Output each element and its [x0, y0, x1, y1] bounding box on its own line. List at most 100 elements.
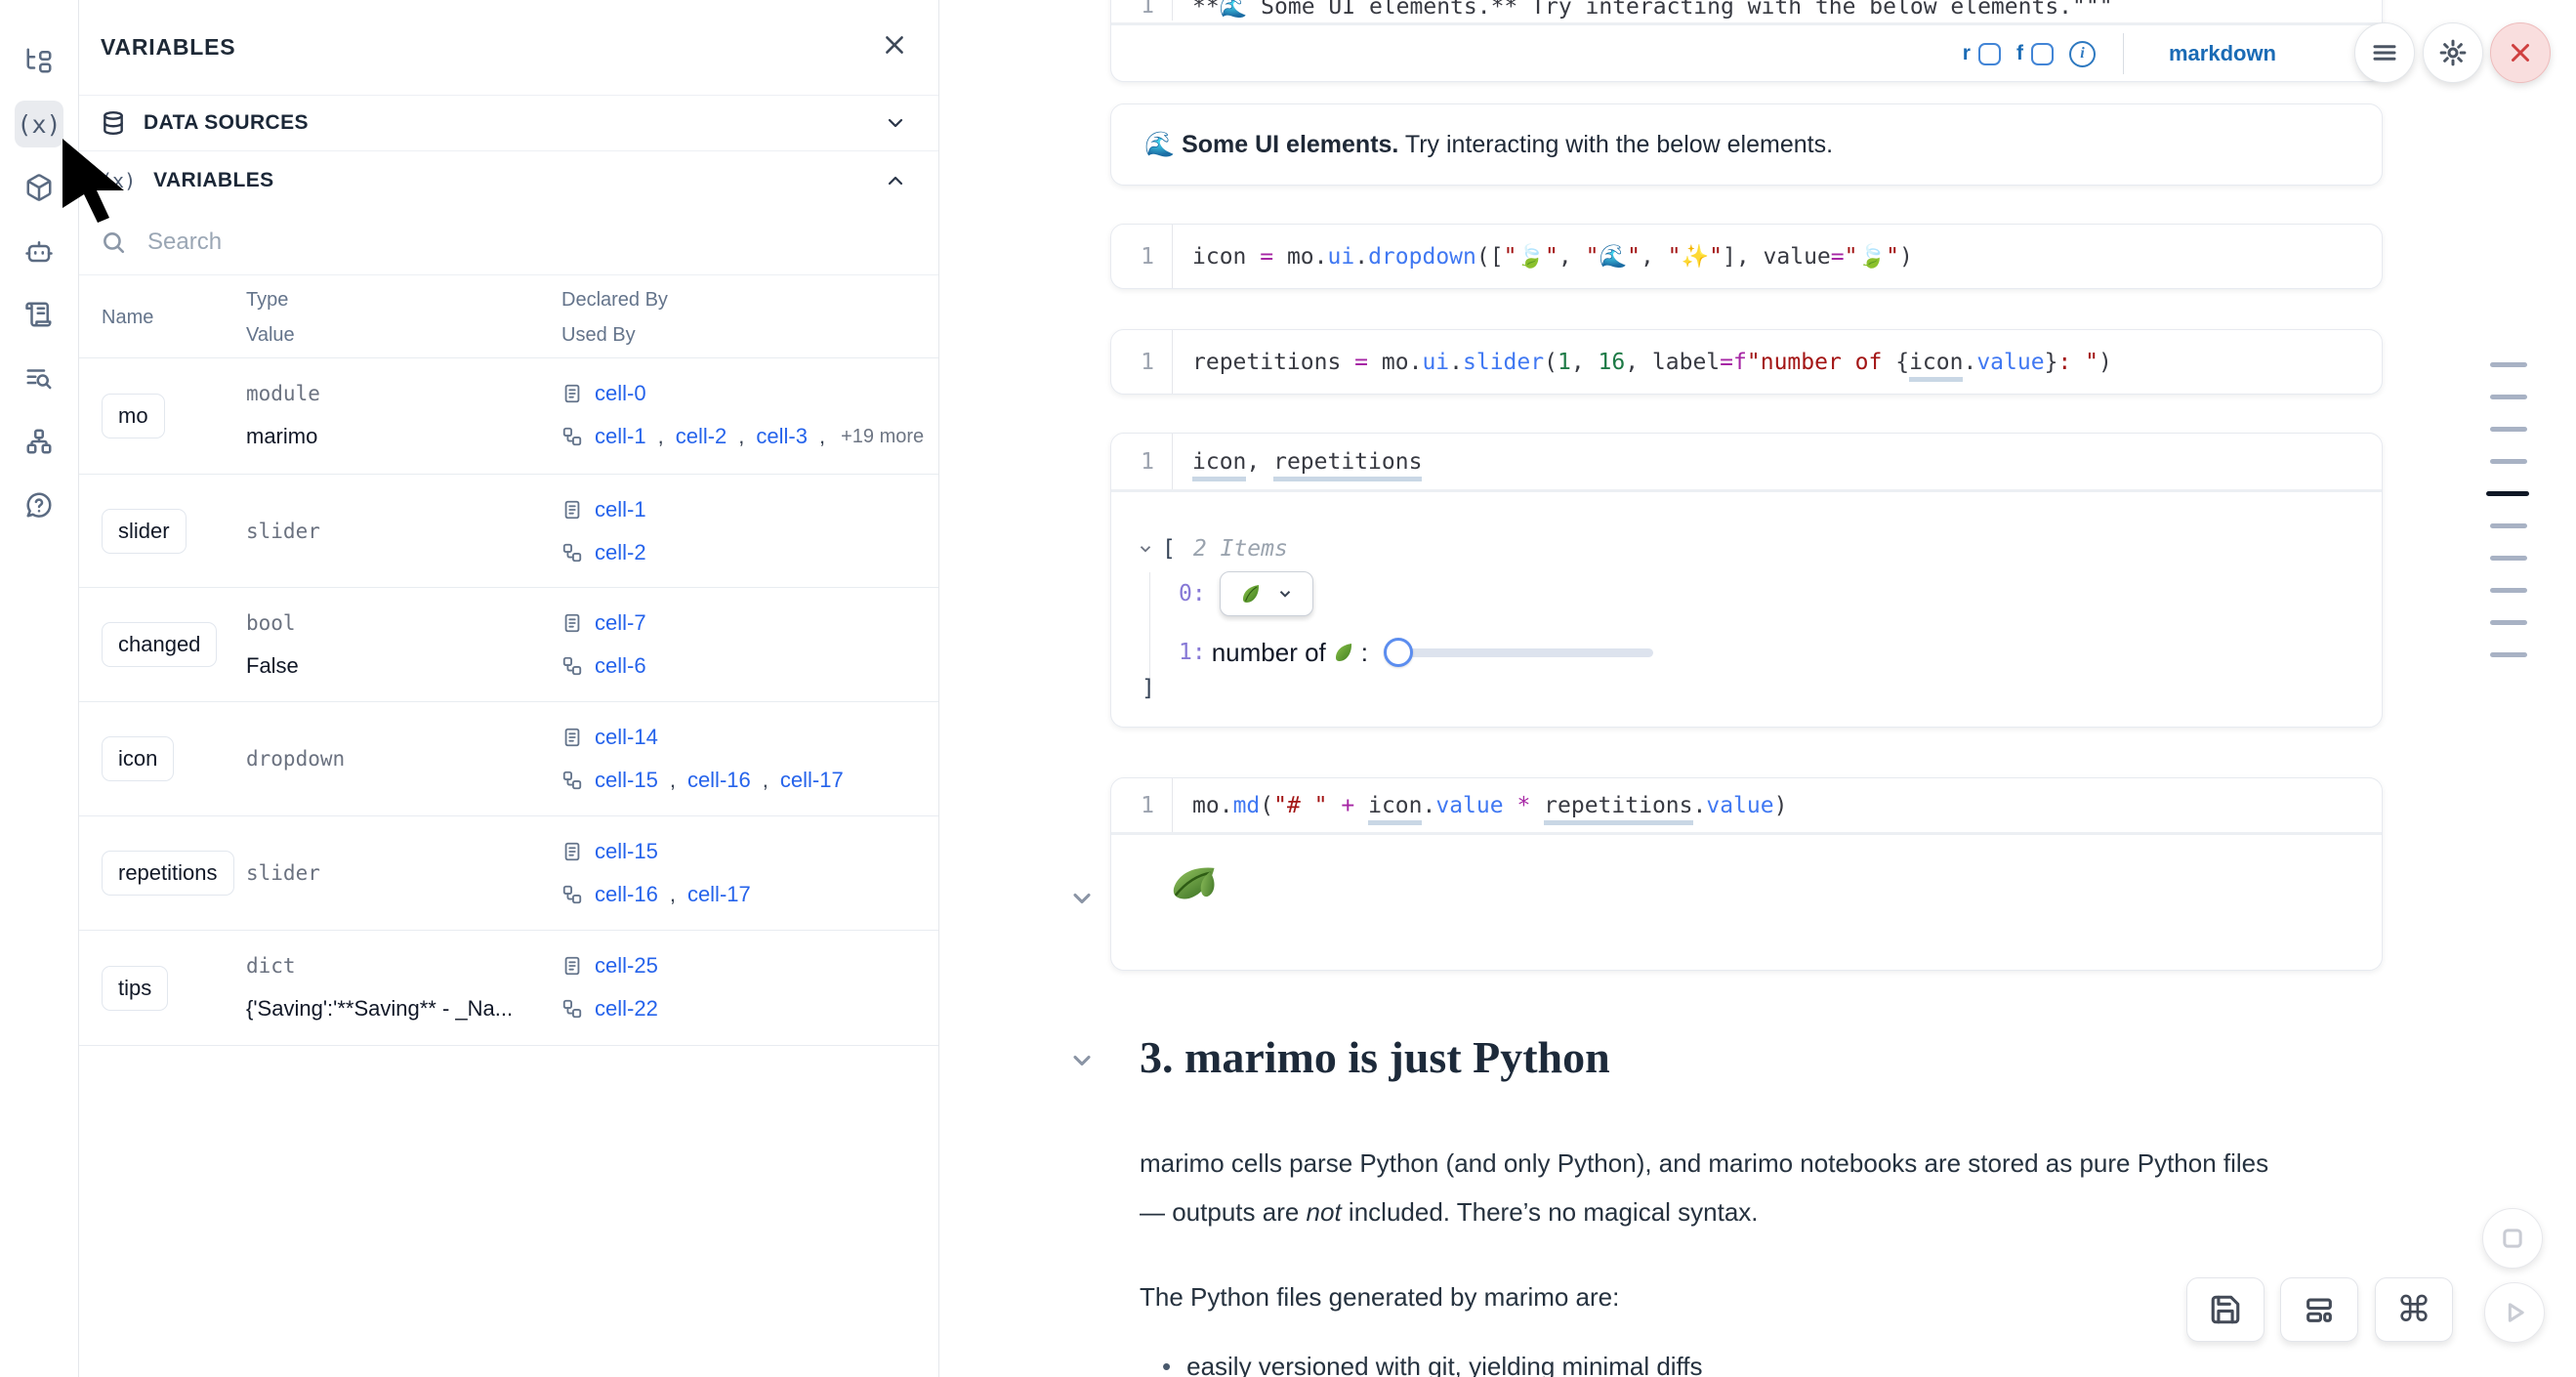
file-tree-icon[interactable] — [15, 37, 63, 84]
cell-link[interactable]: cell-14 — [595, 725, 658, 750]
workflow-icon — [561, 426, 583, 447]
variable-name-badge: tips — [102, 966, 168, 1011]
markdown-mode-label[interactable]: markdown — [2169, 41, 2276, 66]
code-line[interactable]: repetitions = mo.ui.slider(1, 16, label=… — [1173, 350, 2112, 375]
format-checkbox[interactable] — [2031, 43, 2054, 65]
minimap-cell-marker[interactable] — [2490, 459, 2527, 464]
code-line[interactable]: icon, repetitions — [1173, 449, 1422, 475]
cell-link[interactable]: cell-16 — [595, 882, 658, 907]
variable-value: {'Saving':'**Saving** - _Na... — [246, 996, 513, 1022]
minimap-cell-marker[interactable] — [2490, 652, 2527, 657]
items-count-label: 2 Items — [1193, 536, 1288, 562]
code-line[interactable]: icon = mo.ui.dropdown(["🍃", "🌊", "✨"], v… — [1173, 243, 1913, 270]
variables-panel: VARIABLES DATA SOURCES (x) VARIABLES Nam… — [79, 0, 939, 1377]
variable-type: slider — [246, 520, 320, 543]
minimap-cell-marker-active[interactable] — [2486, 491, 2529, 496]
slider-thumb[interactable] — [1384, 638, 1413, 667]
document-icon — [561, 955, 583, 977]
cell-link[interactable]: cell-25 — [595, 953, 658, 979]
collapse-cell-chevron[interactable] — [1068, 885, 1096, 912]
info-icon[interactable]: i — [2069, 41, 2096, 67]
slider-track[interactable] — [1397, 648, 1653, 657]
scroll-to-top-button[interactable] — [2482, 1208, 2543, 1269]
code-line[interactable]: **🌊 Some UI elements.** Try interacting … — [1173, 0, 2113, 20]
cell-link[interactable]: cell-3 — [756, 424, 808, 449]
code-line[interactable]: mo.md("# " + icon.value * repetitions.va… — [1173, 793, 1787, 818]
variable-type: dropdown — [246, 747, 345, 771]
cell-link[interactable]: cell-15 — [595, 768, 658, 793]
dependency-graph-icon[interactable] — [15, 418, 63, 465]
panel-title: VARIABLES — [101, 34, 235, 61]
minimap-cell-marker[interactable] — [2490, 620, 2527, 625]
settings-button[interactable] — [2423, 22, 2483, 83]
table-row-icon: icon dropdown cell-14 cell-15, cell-16, … — [79, 702, 938, 816]
cell-widgets[interactable]: 1 icon, repetitions [ 2 Items 0: 1: — [1110, 433, 2383, 728]
section-data-sources[interactable]: DATA SOURCES — [79, 96, 938, 151]
chevron-down-icon[interactable] — [1137, 540, 1154, 558]
cell-link[interactable]: cell-22 — [595, 996, 658, 1022]
minimap-cell-marker[interactable] — [2490, 395, 2527, 399]
cell-link[interactable]: cell-0 — [595, 381, 646, 406]
cell-slider-code[interactable]: 1 repetitions = mo.ui.slider(1, 16, labe… — [1110, 329, 2383, 395]
save-button[interactable] — [2186, 1277, 2264, 1342]
cell-link[interactable]: cell-2 — [676, 424, 727, 449]
close-panel-icon[interactable] — [882, 32, 907, 63]
separator: , — [670, 882, 676, 907]
run-button[interactable] — [2484, 1282, 2545, 1343]
command-palette-button[interactable]: ⌘ — [2375, 1277, 2453, 1342]
shutdown-button[interactable] — [2490, 22, 2551, 83]
variables-search — [79, 210, 938, 275]
reactive-checkbox[interactable] — [1978, 43, 2001, 65]
cell-link[interactable]: cell-1 — [595, 424, 646, 449]
minimap-cell-marker[interactable] — [2490, 427, 2527, 432]
marimo-app: (x) VARIABLES DATA SOURCE — [0, 0, 2576, 1377]
format-toggle-label: f — [2016, 42, 2023, 65]
section-variables[interactable]: (x) VARIABLES — [79, 151, 938, 210]
slider-label: number of : — [1212, 638, 1368, 668]
cell-link[interactable]: cell-15 — [595, 839, 658, 864]
minimap-cell-marker[interactable] — [2490, 523, 2527, 528]
cell-markdown-output[interactable]: 🌊 Some UI elements. Try interacting with… — [1110, 104, 2383, 186]
cell-markdown-source[interactable]: 1 **🌊 Some UI elements.** Try interactin… — [1110, 0, 2383, 82]
layout-button[interactable] — [2280, 1277, 2358, 1342]
cell-link[interactable]: cell-1 — [595, 497, 646, 522]
data-sources-label: DATA SOURCES — [144, 111, 309, 135]
search-input[interactable] — [147, 229, 831, 256]
workflow-icon — [561, 770, 583, 791]
cell-link[interactable]: cell-17 — [687, 882, 751, 907]
collapse-section-chevron[interactable] — [1068, 1047, 1096, 1074]
text-search-icon[interactable] — [15, 355, 63, 401]
separator: , — [738, 424, 744, 449]
database-icon — [101, 110, 126, 136]
help-icon[interactable] — [15, 481, 63, 528]
cell-dropdown-code[interactable]: 1 icon = mo.ui.dropdown(["🍃", "🌊", "✨"],… — [1110, 224, 2383, 289]
cell-link[interactable]: cell-17 — [780, 768, 844, 793]
bracket-open: [ — [1162, 536, 1176, 562]
dropdown-widget[interactable] — [1220, 571, 1313, 616]
workflow-icon — [561, 542, 583, 563]
separator: , — [763, 768, 769, 793]
hamburger-icon — [2370, 38, 2399, 67]
table-row-repetitions: repetitions slider cell-15 cell-16, cell… — [79, 816, 938, 931]
minimap-cell-marker[interactable] — [2490, 588, 2527, 593]
table-row-changed: changed bool False cell-7 cell-6 — [79, 588, 938, 702]
cell-link[interactable]: cell-6 — [595, 653, 646, 679]
packages-icon[interactable] — [15, 164, 63, 211]
minimap-cell-marker[interactable] — [2490, 362, 2527, 367]
document-icon — [561, 383, 583, 404]
more-cells-label[interactable]: +19 more — [841, 426, 924, 448]
variable-name-badge: icon — [102, 736, 174, 781]
slider-widget[interactable] — [1384, 637, 1653, 668]
cell-link[interactable]: cell-7 — [595, 610, 646, 636]
variable-value: marimo — [246, 424, 317, 449]
header-used-by: Used By — [561, 324, 636, 347]
variables-panel-icon[interactable]: (x) — [15, 101, 63, 147]
notebook-menu-button[interactable] — [2354, 22, 2415, 83]
header-name: Name — [102, 307, 153, 329]
cell-md-output[interactable]: 1 mo.md("# " + icon.value * repetitions.… — [1110, 777, 2383, 971]
cell-link[interactable]: cell-16 — [687, 768, 751, 793]
snippets-icon[interactable] — [15, 291, 63, 338]
ai-assistant-icon[interactable] — [15, 228, 63, 274]
cell-link[interactable]: cell-2 — [595, 540, 646, 565]
minimap-cell-marker[interactable] — [2490, 556, 2527, 561]
